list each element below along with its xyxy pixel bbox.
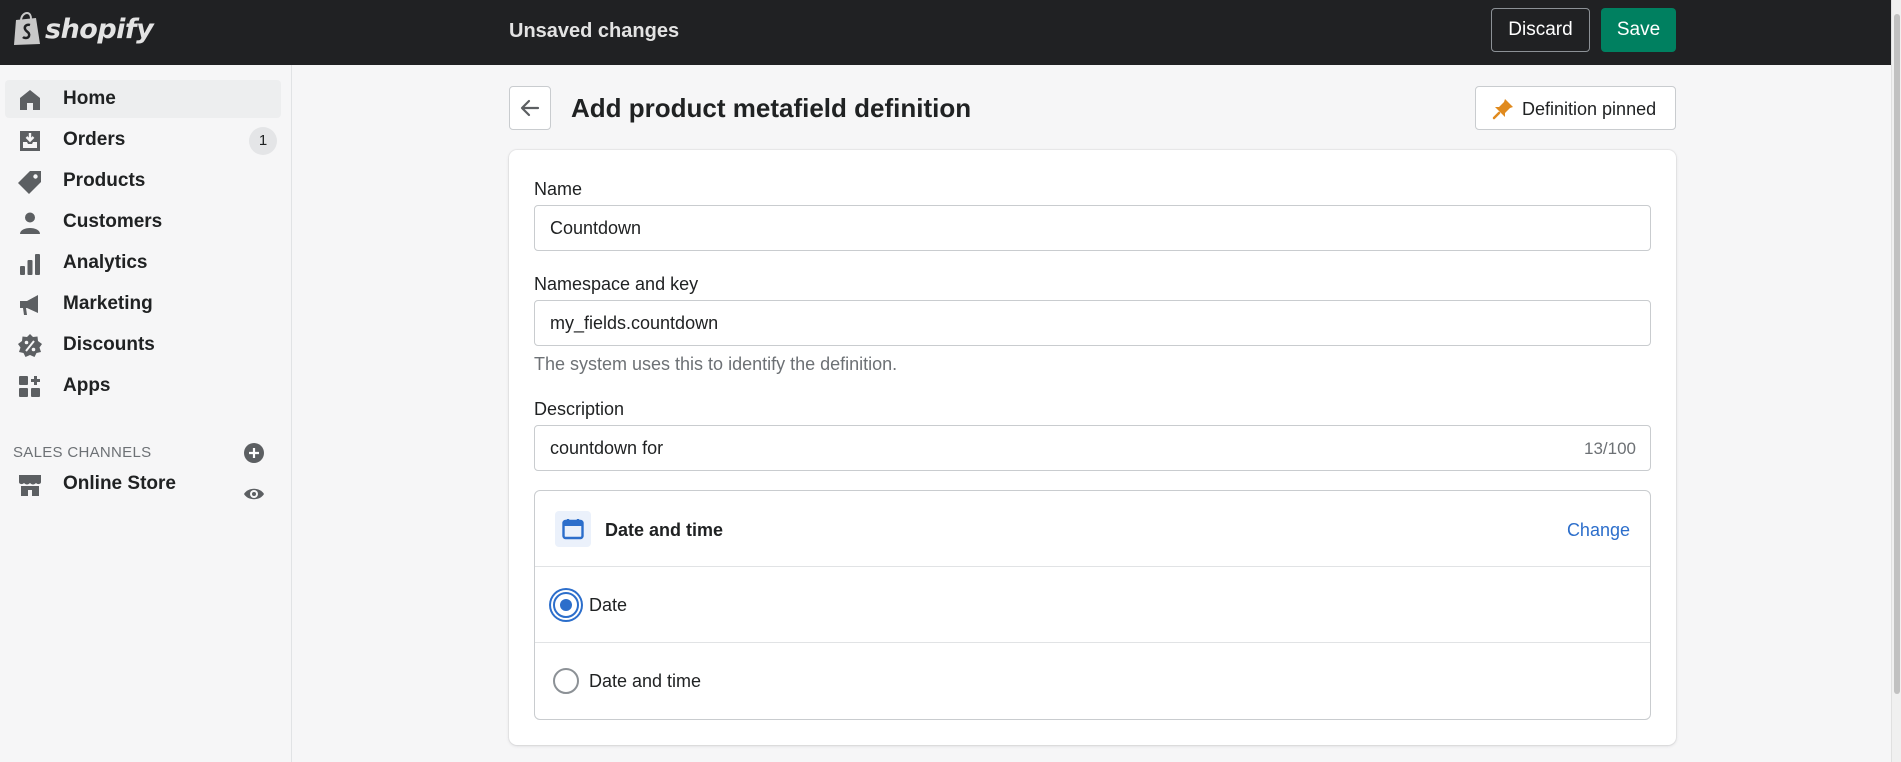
sidebar-item-label: Home xyxy=(63,88,116,109)
sidebar-item-home[interactable]: Home xyxy=(5,80,281,118)
radio-date-and-time[interactable] xyxy=(553,668,579,694)
sidebar-item-label: Discounts xyxy=(63,334,155,355)
sidebar-item-products[interactable]: Products xyxy=(5,162,281,200)
discard-button[interactable]: Discard xyxy=(1491,8,1590,52)
person-icon xyxy=(20,212,40,234)
description-label: Description xyxy=(534,399,625,419)
radio-label-date-and-time: Date and time xyxy=(589,670,702,691)
orders-icon xyxy=(20,131,40,151)
metafield-form-card: Name Namespace and key The system uses t… xyxy=(509,150,1676,745)
unsaved-changes-label: Unsaved changes xyxy=(509,20,680,42)
radio-option-date-and-time[interactable]: Date and time xyxy=(553,668,701,694)
orders-count-badge: 1 xyxy=(249,127,277,155)
back-button[interactable] xyxy=(509,86,551,130)
namespace-key-input[interactable] xyxy=(534,300,1651,346)
definition-pinned-button[interactable]: Definition pinned xyxy=(1475,86,1676,130)
pin-icon xyxy=(1492,99,1513,120)
shopify-bag-icon xyxy=(14,12,40,45)
namespace-key-help-text: The system uses this to identify the def… xyxy=(534,354,898,374)
megaphone-icon xyxy=(20,295,38,315)
shopify-wordmark: shopify xyxy=(45,13,154,45)
sidebar-item-label: Customers xyxy=(63,211,163,232)
eye-icon[interactable] xyxy=(243,483,265,505)
description-char-counter: 13/100 xyxy=(1584,439,1636,458)
radio-label-date: Date xyxy=(589,594,628,615)
sidebar-item-label: Analytics xyxy=(63,252,148,273)
page-scrollbar[interactable] xyxy=(1891,0,1901,762)
arrow-left-icon xyxy=(520,99,540,117)
apps-icon xyxy=(19,376,40,397)
divider xyxy=(535,642,1650,643)
radio-option-date[interactable]: Date xyxy=(553,592,627,618)
tag-icon xyxy=(18,171,41,194)
type-selector: Date and time Change Date Date and time xyxy=(534,490,1651,720)
description-input[interactable] xyxy=(534,425,1651,471)
shopify-logo[interactable]: shopify xyxy=(12,12,154,46)
sidebar-item-analytics[interactable]: Analytics xyxy=(5,244,281,282)
add-sales-channel-icon[interactable] xyxy=(243,442,265,464)
divider xyxy=(535,566,1650,567)
sidebar-item-label: Orders xyxy=(63,129,126,150)
name-label: Name xyxy=(534,179,583,199)
sidebar-item-orders[interactable]: Orders 1 xyxy=(5,121,281,159)
scrollbar-thumb[interactable] xyxy=(1894,14,1900,694)
sidebar: Home Orders 1 Products Customers Analyti… xyxy=(0,65,292,762)
sidebar-item-marketing[interactable]: Marketing xyxy=(5,285,281,323)
calendar-icon xyxy=(562,519,584,540)
bar-chart-icon xyxy=(20,254,40,275)
sidebar-item-label: Online Store xyxy=(63,473,176,494)
change-type-link[interactable]: Change xyxy=(1567,520,1630,541)
radio-date[interactable] xyxy=(553,592,579,618)
type-title: Date and time xyxy=(605,520,724,540)
pin-button-label: Definition pinned xyxy=(1522,99,1657,119)
type-icon-container xyxy=(555,511,591,547)
discount-icon xyxy=(18,334,42,357)
sales-channels-heading: SALES CHANNELS xyxy=(13,444,152,461)
sidebar-item-label: Products xyxy=(63,170,146,191)
save-button[interactable]: Save xyxy=(1601,8,1676,52)
home-icon xyxy=(20,90,40,110)
sidebar-item-online-store[interactable]: Online Store xyxy=(5,465,281,503)
sidebar-item-label: Marketing xyxy=(63,293,153,314)
sidebar-item-customers[interactable]: Customers xyxy=(5,203,281,241)
name-input[interactable] xyxy=(534,205,1651,251)
store-icon xyxy=(19,475,41,496)
page-title: Add product metafield definition xyxy=(571,93,972,123)
top-bar: shopify Unsaved changes Discard Save xyxy=(0,0,1891,65)
namespace-key-label: Namespace and key xyxy=(534,274,699,294)
sidebar-item-discounts[interactable]: Discounts xyxy=(5,326,281,364)
sidebar-item-apps[interactable]: Apps xyxy=(5,367,281,405)
sidebar-item-label: Apps xyxy=(63,375,111,396)
